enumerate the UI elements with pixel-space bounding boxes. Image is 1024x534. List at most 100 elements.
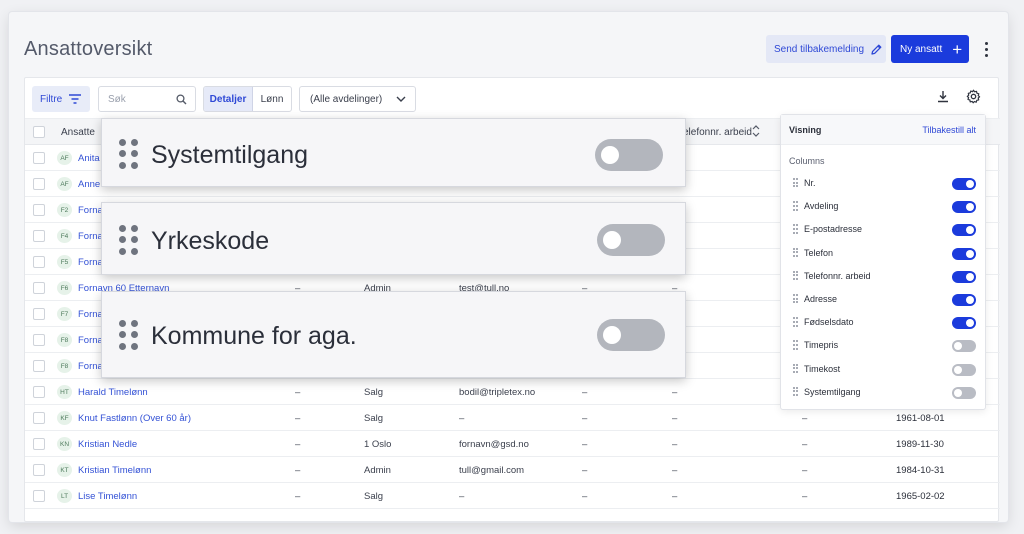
column-toggle-switch[interactable] (952, 224, 976, 237)
row-checkbox[interactable] (33, 308, 45, 320)
row-checkbox[interactable] (33, 204, 45, 216)
column-toggle-switch[interactable] (952, 247, 976, 260)
table-cell: 1 Oslo (364, 439, 392, 450)
row-checkbox[interactable] (33, 412, 45, 424)
row-checkbox[interactable] (33, 256, 45, 268)
employee-name-link[interactable]: Anne (78, 179, 100, 190)
table-cell: Salg (364, 491, 384, 502)
drag-handle-icon[interactable] (793, 247, 798, 258)
department-select[interactable]: (Alle avdelinger) (299, 86, 416, 112)
employee-name-link[interactable]: Harald Timelønn (78, 387, 148, 398)
new-employee-label: Ny ansatt (900, 43, 943, 55)
drag-handle-icon[interactable] (119, 139, 138, 169)
avatar: LT (57, 489, 72, 503)
drag-handle-icon[interactable] (793, 178, 798, 188)
table-cell: – (802, 413, 808, 424)
table-cell: – (802, 491, 808, 502)
employee-name-link[interactable]: Forna (78, 231, 103, 242)
drag-handle-icon[interactable] (793, 363, 798, 374)
column-toggle-switch[interactable] (952, 178, 976, 190)
row-checkbox[interactable] (33, 334, 45, 346)
column-toggle-row: Telefonnr. arbeid (781, 266, 985, 288)
row-checkbox[interactable] (33, 490, 45, 502)
pencil-icon (871, 44, 882, 55)
new-employee-button[interactable]: Ny ansatt + (891, 35, 969, 63)
drag-handle-icon[interactable] (793, 201, 798, 211)
column-toggle-switch[interactable] (952, 294, 976, 306)
employee-name-link[interactable]: Kristian Nedle (78, 439, 137, 450)
column-toggle-switch[interactable] (952, 270, 976, 283)
column-header-phone-work[interactable]: Telefonnr. arbeid (678, 127, 752, 138)
zoomed-toggle-switch[interactable] (595, 139, 663, 171)
select-all-checkbox[interactable] (33, 126, 45, 138)
row-checkbox[interactable] (33, 360, 45, 372)
employee-name-link[interactable]: Anita (78, 153, 100, 164)
row-checkbox[interactable] (33, 438, 45, 450)
employee-name-link[interactable]: Forna (78, 309, 103, 320)
table-cell: – (582, 439, 588, 450)
column-toggle-switch[interactable] (952, 340, 976, 353)
table-cell: – (672, 439, 678, 450)
row-checkbox[interactable] (33, 152, 45, 164)
row-checkbox[interactable] (33, 230, 45, 242)
table-cell: 1961-08-01 (896, 413, 945, 424)
search-input[interactable]: Søk (98, 86, 196, 112)
table-row[interactable]: KN Kristian Nedle – 1 Oslo fornavn@gsd.no – – –… (25, 431, 1000, 457)
sort-icon[interactable] (752, 124, 760, 138)
employee-name-link[interactable]: Forna (78, 257, 103, 268)
table-cell: – (582, 387, 588, 398)
employee-name-link[interactable]: Knut Fastlønn (Over 60 år) (78, 413, 191, 424)
filter-label: Filtre (40, 93, 63, 105)
drag-handle-icon[interactable] (119, 225, 138, 255)
send-feedback-button[interactable]: Send tilbakemelding (766, 35, 886, 63)
drag-handle-icon[interactable] (793, 386, 798, 397)
columns-section-label: Columns (789, 156, 825, 166)
column-toggle-row: Telefon (781, 243, 985, 265)
column-toggle-label: Telefonnr. arbeid (804, 270, 871, 281)
drag-handle-icon[interactable] (119, 320, 138, 350)
employee-name-link[interactable]: Forna (78, 205, 103, 216)
zoomed-toggle-switch[interactable] (597, 224, 665, 256)
salary-tab[interactable]: Lønn (253, 87, 291, 111)
zoomed-toggle-row: Kommune for aga. (101, 291, 686, 378)
row-checkbox[interactable] (33, 282, 45, 294)
column-toggle-row: Adresse (781, 289, 985, 311)
table-cell: bodil@tripletex.no (459, 387, 536, 398)
column-toggle-label: Nr. (804, 178, 816, 188)
filter-button[interactable]: Filtre (32, 86, 90, 112)
column-toggle-label: Telefon (804, 247, 834, 258)
avatar: F6 (57, 281, 72, 295)
table-cell: – (802, 465, 808, 476)
column-header-name[interactable]: Ansatte (61, 127, 95, 138)
download-icon[interactable] (937, 90, 949, 103)
column-toggle-switch[interactable] (952, 363, 976, 376)
row-checkbox[interactable] (33, 464, 45, 476)
employee-name-link[interactable]: Kristian Timelønn (78, 465, 151, 476)
column-toggle-row: E-postadresse (781, 219, 985, 241)
drag-handle-icon[interactable] (793, 224, 798, 234)
more-options-icon[interactable] (981, 40, 991, 58)
table-row[interactable]: KT Kristian Timelønn – Admin tull@gmail.com –… (25, 457, 1000, 483)
drag-handle-icon[interactable] (793, 317, 798, 327)
department-value: (Alle avdelinger) (310, 93, 383, 105)
drag-handle-icon[interactable] (793, 340, 798, 350)
zoomed-toggle-switch[interactable] (597, 319, 665, 351)
employee-name-link[interactable]: Forna (78, 335, 103, 346)
zoomed-toggle-label: Systemtilgang (151, 141, 309, 169)
table-cell: – (672, 387, 678, 398)
drag-handle-icon[interactable] (793, 270, 798, 281)
column-toggle-switch[interactable] (952, 201, 976, 214)
row-checkbox[interactable] (33, 178, 45, 190)
column-toggle-label: Adresse (804, 294, 838, 304)
column-toggle-switch[interactable] (952, 317, 976, 330)
details-tab[interactable]: Detaljer (204, 87, 253, 111)
reset-all-link[interactable]: Tilbakestill alt (922, 125, 976, 135)
gear-icon[interactable] (966, 89, 981, 104)
column-toggle-switch[interactable] (952, 386, 976, 399)
employee-name-link[interactable]: Forna (78, 361, 103, 372)
table-row[interactable]: LT Lise Timelønn – Salg – – – – 1965-02-02 (25, 483, 1000, 509)
row-checkbox[interactable] (33, 386, 45, 398)
avatar: F8 (57, 359, 72, 373)
drag-handle-icon[interactable] (793, 294, 798, 304)
employee-name-link[interactable]: Lise Timelønn (78, 491, 137, 502)
